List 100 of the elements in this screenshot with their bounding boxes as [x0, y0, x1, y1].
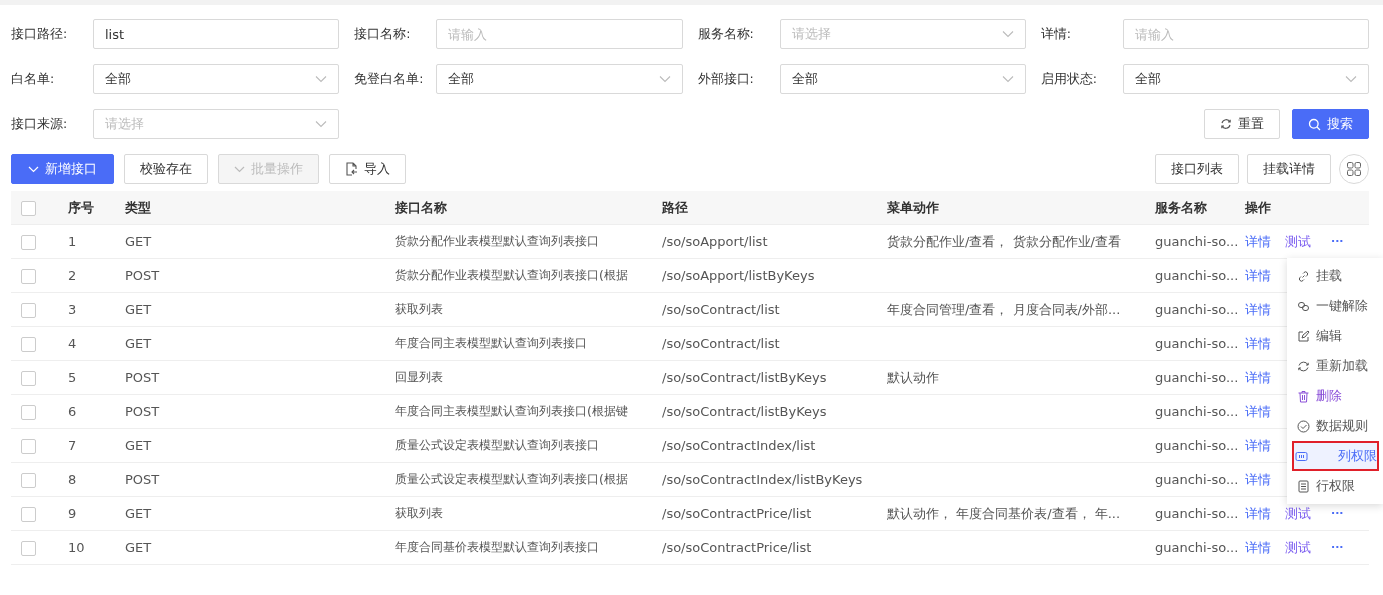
table-cell: 5 — [68, 370, 77, 385]
table-cell: guanchi-so... — [1155, 302, 1239, 317]
row-checkbox[interactable] — [21, 268, 36, 284]
toolbar-button[interactable]: 新增接口 — [11, 154, 114, 184]
action-link[interactable]: 详情 — [1245, 300, 1271, 319]
table-cell: 年度合同主表模型默认查询列表接口 — [395, 336, 587, 350]
table-cell: 3 — [68, 302, 77, 317]
action-link[interactable]: 测试 — [1285, 232, 1311, 251]
menu-item[interactable]: 一键解除 — [1287, 291, 1383, 321]
menu-item[interactable]: 数据规则 — [1287, 411, 1383, 441]
chevron-down-icon — [1001, 30, 1014, 38]
column-header: 类型 — [115, 191, 385, 225]
table-cell: /so/soApport/listByKeys — [662, 268, 815, 283]
table-cell: GET — [125, 302, 152, 317]
table-cell: GET — [125, 336, 152, 351]
select-field[interactable]: 全部 — [93, 64, 340, 94]
chevron-down-icon — [28, 165, 39, 173]
search-icon — [1308, 117, 1321, 131]
table-cell: 9 — [68, 506, 77, 521]
column-header: 序号 — [58, 191, 115, 225]
column-header: 操作 — [1235, 191, 1369, 225]
input-field[interactable]: 请输入 — [1122, 19, 1369, 49]
view-button[interactable]: 接口列表 — [1155, 154, 1239, 184]
table-cell: 10 — [68, 540, 85, 555]
action-link[interactable]: 测试 — [1285, 538, 1311, 557]
table-cell: 获取列表 — [395, 302, 443, 316]
action-link[interactable]: 测试 — [1285, 504, 1311, 523]
table-cell: POST — [125, 472, 160, 487]
table-cell: GET — [125, 438, 152, 453]
edit-icon — [1297, 329, 1310, 343]
table-cell: 年度合同主表模型默认查询列表接口(根据键 — [395, 404, 628, 418]
row-checkbox[interactable] — [21, 302, 36, 318]
row-checkbox[interactable] — [21, 472, 36, 488]
table-cell: /so/soContractIndex/list — [662, 438, 816, 453]
select-field[interactable]: 全部 — [779, 64, 1026, 94]
row-checkbox[interactable] — [21, 336, 36, 352]
row-checkbox[interactable] — [21, 438, 36, 454]
table-cell: 1 — [68, 234, 77, 249]
row-checkbox[interactable] — [21, 506, 36, 522]
column-header: 接口名称 — [385, 191, 652, 225]
action-link[interactable]: 详情 — [1245, 538, 1271, 557]
action-link[interactable]: 详情 — [1245, 402, 1271, 421]
input-field[interactable]: 请输入 — [436, 19, 683, 49]
select-field[interactable]: 全部 — [436, 64, 683, 94]
menu-item[interactable]: 挂载 — [1287, 261, 1383, 291]
table-cell: /so/soContract/list — [662, 336, 780, 351]
toolbar-button[interactable]: 校验存在 — [124, 154, 208, 184]
menu-item[interactable]: 行权限 — [1287, 471, 1383, 501]
menu-item[interactable]: 列权限 — [1292, 441, 1379, 471]
table-cell: 8 — [68, 472, 77, 487]
table-cell: guanchi-so... — [1155, 234, 1239, 249]
filter-label: 外部接口: — [697, 70, 755, 88]
chevron-down-icon — [234, 165, 245, 173]
table-cell: 4 — [68, 336, 77, 351]
action-link[interactable]: 详情 — [1245, 436, 1271, 455]
link-icon — [1297, 269, 1310, 283]
filter-label: 服务名称: — [697, 25, 755, 43]
column-header: 服务名称 — [1145, 191, 1235, 225]
menu-item[interactable]: 编辑 — [1287, 321, 1383, 351]
row-checkbox[interactable] — [21, 370, 36, 386]
table-cell: /so/soContract/list — [662, 302, 780, 317]
action-link[interactable]: 详情 — [1245, 266, 1271, 285]
view-button[interactable]: 挂载详情 — [1247, 154, 1331, 184]
action-link[interactable]: 详情 — [1245, 504, 1271, 523]
table-cell: 货款分配作业表模型默认查询列表接口 — [395, 234, 599, 248]
table-cell: 默认动作 — [887, 369, 939, 385]
import-button[interactable]: 导入 — [329, 154, 406, 184]
table-cell: POST — [125, 404, 160, 419]
menu-item[interactable]: 重新加载 — [1287, 351, 1383, 381]
input-field[interactable]: list — [93, 19, 340, 49]
table-cell: 质量公式设定表模型默认查询列表接口(根据 — [395, 472, 628, 486]
table-cell: /so/soContractPrice/list — [662, 540, 812, 555]
table-cell: guanchi-so... — [1155, 438, 1239, 453]
select-field[interactable]: 全部 — [1122, 64, 1369, 94]
unlink-icon — [1297, 299, 1310, 313]
menu-item[interactable]: 删除 — [1287, 381, 1383, 411]
action-link[interactable]: 详情 — [1245, 470, 1271, 489]
table-cell: guanchi-so... — [1155, 472, 1239, 487]
more-link[interactable]: ··· — [1331, 507, 1344, 520]
search-button[interactable]: 搜索 — [1292, 109, 1369, 139]
table-cell: 7 — [68, 438, 77, 453]
more-link[interactable]: ··· — [1331, 541, 1344, 554]
action-link[interactable]: 详情 — [1245, 368, 1271, 387]
row-checkbox[interactable] — [21, 540, 36, 556]
table-cell: 默认动作， 年度合同基价表/查看， 年... — [887, 505, 1121, 521]
table-cell: GET — [125, 234, 152, 249]
table-cell: 6 — [68, 404, 77, 419]
row-icon — [1297, 479, 1310, 493]
row-checkbox[interactable] — [21, 404, 36, 420]
action-link[interactable]: 详情 — [1245, 334, 1271, 353]
table-cell: /so/soContract/listByKeys — [662, 404, 827, 419]
refresh-icon — [1220, 118, 1232, 130]
select-all-checkbox[interactable] — [21, 200, 36, 216]
table-cell: 货款分配作业/查看， 货款分配作业/查看 — [887, 233, 1121, 249]
grid-icon[interactable] — [1339, 154, 1369, 184]
action-link[interactable]: 详情 — [1245, 232, 1271, 251]
reset-button[interactable]: 重置 — [1204, 109, 1280, 139]
table-cell: POST — [125, 370, 160, 385]
row-checkbox[interactable] — [21, 234, 36, 250]
more-link[interactable]: ··· — [1331, 235, 1344, 248]
